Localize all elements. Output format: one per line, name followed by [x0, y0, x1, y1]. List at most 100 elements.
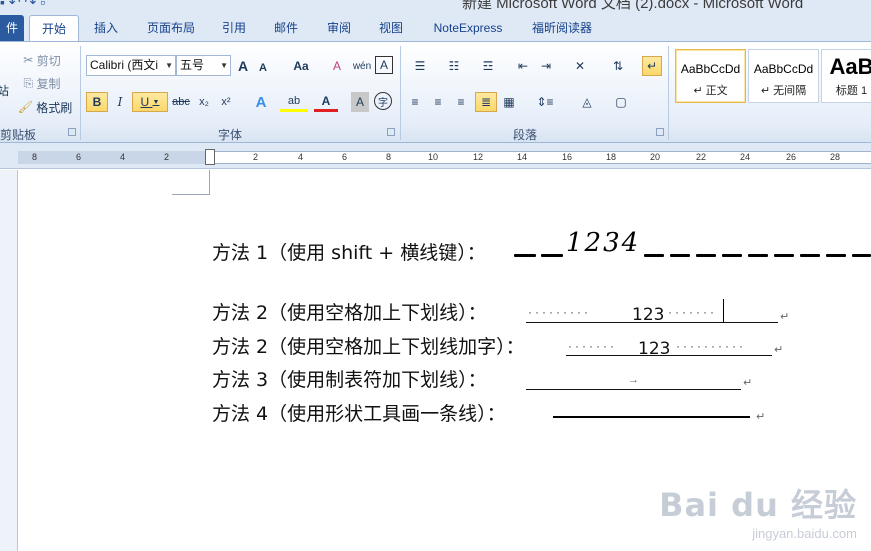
ruler-number: 2 [164, 152, 170, 162]
tab-references[interactable]: 引用 [220, 15, 248, 41]
watermark-url: jingyan.baidu.com [752, 526, 857, 541]
align-left-button[interactable]: ≡ [406, 92, 424, 112]
horizontal-ruler[interactable]: 8 6 4 2 2 4 6 8 10 12 14 16 18 20 22 24 … [0, 143, 871, 169]
change-case-button[interactable]: Aa [288, 56, 314, 76]
tab-insert[interactable]: 插入 [92, 15, 120, 41]
paragraph-mark: ↵ [780, 311, 790, 323]
phonetic-guide-button[interactable]: wén [351, 56, 373, 76]
doc-line-method-3[interactable]: 方法 3（使用制表符加下划线）： [212, 367, 487, 393]
tab-foxit-reader[interactable]: 福昕阅读器 [530, 15, 594, 41]
tab-noteexpress[interactable]: NoteExpress [428, 15, 508, 41]
subscript-button[interactable]: x₂ [195, 92, 213, 112]
paragraph-launcher-icon[interactable] [656, 128, 664, 136]
tab-home[interactable]: 开始 [29, 15, 79, 41]
underline-label: U [140, 95, 150, 109]
style-no-spacing[interactable]: AaBbCcDd ↵ 无间隔 [748, 49, 819, 103]
ruler-number: 4 [120, 152, 126, 162]
italic-button[interactable]: I [111, 92, 129, 112]
vertical-ruler [0, 170, 18, 551]
text-cursor [723, 299, 724, 323]
ruler-number: 28 [830, 152, 841, 162]
font-name-select[interactable]: Calibri (西文i ▼ [86, 55, 176, 76]
indent-marker[interactable] [205, 149, 215, 165]
font-color-button[interactable]: A [314, 92, 338, 112]
dash-mark [696, 254, 716, 257]
crop-mark [209, 170, 210, 195]
tab-page-layout[interactable]: 页面布局 [145, 15, 197, 41]
space-marks: ······· [668, 305, 717, 319]
line-spacing-button[interactable]: ⇕≡ [531, 92, 559, 112]
dash-mark [852, 254, 871, 257]
clipboard-launcher-icon[interactable] [68, 128, 76, 136]
drawn-shape-line[interactable] [553, 416, 750, 418]
paragraph-mark: ↵ [774, 344, 784, 356]
divider [80, 46, 81, 140]
justify-button[interactable]: ≣ [475, 92, 497, 112]
enclose-characters-button[interactable]: 字 [374, 92, 392, 110]
format-painter-button[interactable]: 🖌 格式刷 [16, 97, 74, 117]
chevron-down-icon: ▼ [152, 98, 160, 106]
tab-mailings[interactable]: 邮件 [272, 15, 300, 41]
format-painter-label: 格式刷 [36, 100, 73, 115]
underlined-text: 123 [638, 339, 671, 359]
style-heading-1[interactable]: AaB 标题 1 [821, 49, 871, 103]
character-shading-button[interactable]: A [351, 92, 369, 112]
align-right-button[interactable]: ≡ [452, 92, 470, 112]
strikethrough-button[interactable]: abc [170, 92, 192, 112]
sort-icon: ⇅ [612, 59, 624, 73]
paste-button[interactable]: 站 [0, 80, 9, 100]
doc-line-method-2[interactable]: 方法 2（使用空格加上下划线）： [212, 300, 487, 326]
bold-button[interactable]: B [86, 92, 108, 112]
clear-format-button[interactable]: A [328, 56, 346, 76]
tab-review[interactable]: 审阅 [325, 15, 353, 41]
ruler-number: 14 [517, 152, 528, 162]
style-normal[interactable]: AaBbCcDd ↵ 正文 [675, 49, 746, 103]
copy-label: 复制 [36, 76, 61, 91]
sort-button[interactable]: ⇅ [608, 56, 628, 76]
paint-bucket-icon: ◬ [582, 95, 592, 109]
grow-font-button[interactable]: A [235, 56, 251, 76]
pilcrow-icon: ↵ [646, 59, 658, 73]
ruler-margin [18, 151, 210, 164]
align-center-button[interactable]: ≡ [429, 92, 447, 112]
highlight-button[interactable]: ab [280, 92, 308, 112]
bullet-list-icon: ☰ [414, 59, 426, 73]
shading-button[interactable]: ◬ [573, 92, 601, 112]
text-effects-button[interactable]: A [248, 92, 274, 112]
font-size-select[interactable]: 五号 ▼ [176, 55, 231, 76]
tab-file[interactable]: 件 [0, 15, 24, 41]
ruler-number: 20 [650, 152, 661, 162]
tab-view[interactable]: 视图 [377, 15, 405, 41]
shrink-font-button[interactable]: A [256, 58, 270, 78]
font-launcher-icon[interactable] [387, 128, 395, 136]
doc-line-method-4[interactable]: 方法 4（使用形状工具画一条线）： [212, 401, 506, 427]
show-marks-button[interactable]: ↵ [642, 56, 662, 76]
cut-button[interactable]: ✂ 剪切 [20, 50, 64, 70]
numbering-button[interactable]: ☷ [440, 56, 468, 76]
ruler-number: 12 [473, 152, 484, 162]
line-spacing-icon: ⇕≡ [536, 95, 554, 109]
borders-button[interactable]: ▢ [607, 92, 635, 112]
character-border-button[interactable]: A [375, 56, 393, 74]
dash-mark [670, 254, 690, 257]
doc-line-method-2b[interactable]: 方法 2（使用空格加上下划线加字）： [212, 334, 525, 360]
bullets-button[interactable]: ☰ [406, 56, 434, 76]
ribbon-tabs: 件 开始 插入 页面布局 引用 邮件 审阅 视图 NoteExpress 福昕阅… [0, 12, 871, 41]
tab-underline [526, 389, 741, 390]
distributed-button[interactable]: ▦ [500, 92, 518, 112]
quick-access-toolbar[interactable]: ▪ ↶ ↷ ▫ [0, 0, 45, 11]
decrease-indent-button[interactable]: ⇤ [514, 56, 532, 76]
underline-button[interactable]: U ▼ [132, 92, 168, 112]
space-marks: ·········· [676, 339, 746, 353]
multilevel-list-button[interactable]: ☲ [474, 56, 502, 76]
style-sample: AaBbCcDd [753, 62, 814, 76]
dash-mark [541, 254, 563, 257]
style-sample: AaBbCcDd [680, 62, 741, 76]
increase-indent-button[interactable]: ⇥ [537, 56, 555, 76]
dash-mark [514, 254, 536, 257]
chinese-layout-button[interactable]: ✕ [567, 56, 593, 76]
ruler-number: 6 [76, 152, 82, 162]
superscript-button[interactable]: x² [217, 92, 235, 112]
copy-button[interactable]: ⎘ 复制 [20, 73, 64, 93]
doc-line-method-1[interactable]: 方法 1（使用 shift + 横线键）： [212, 240, 486, 266]
